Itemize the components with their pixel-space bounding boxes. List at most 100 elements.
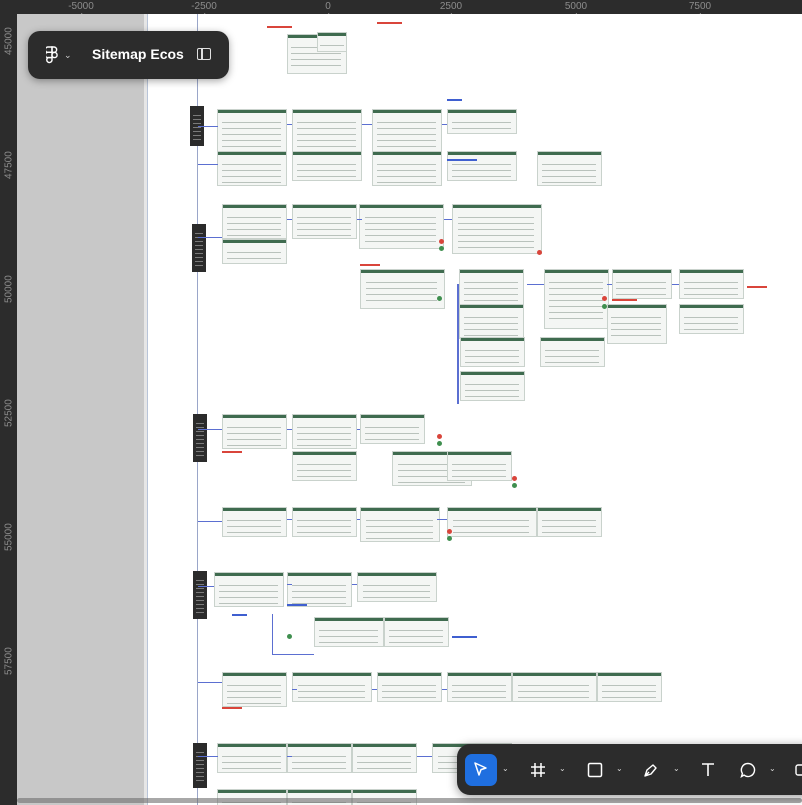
thumbnail-row [297, 146, 356, 147]
screen-thumbnail[interactable] [460, 371, 525, 401]
thumbnail-row [365, 532, 433, 533]
screen-thumbnail[interactable] [384, 617, 449, 647]
sidebar-nav-thumbnail[interactable] [193, 571, 207, 619]
thumbnail-row [377, 164, 436, 165]
screen-thumbnail[interactable] [377, 672, 442, 702]
screen-thumbnail[interactable] [447, 507, 537, 537]
screen-thumbnail[interactable] [372, 151, 442, 186]
file-title[interactable]: Sitemap Ecos [92, 46, 184, 62]
thumbnail-row [297, 128, 356, 129]
screen-thumbnail[interactable] [612, 269, 672, 299]
design-canvas[interactable] [17, 14, 802, 805]
thumbnail-row [226, 217, 281, 218]
thumbnail-row [226, 223, 281, 224]
screen-thumbnail[interactable] [292, 151, 362, 181]
screen-thumbnail[interactable] [222, 204, 287, 239]
screen-thumbnail[interactable] [447, 672, 512, 702]
more-tools-button[interactable] [787, 754, 802, 786]
thumbnail-row [291, 585, 346, 586]
screen-thumbnail[interactable] [292, 507, 357, 537]
screen-thumbnail[interactable] [214, 572, 284, 607]
screen-thumbnail[interactable] [679, 269, 744, 299]
sidebar-nav-thumbnail[interactable] [192, 224, 206, 272]
thumbnail-row [296, 223, 351, 224]
screen-thumbnail[interactable] [597, 672, 662, 702]
shape-tool-button[interactable] [579, 754, 611, 786]
screen-thumbnail[interactable] [452, 204, 542, 254]
screen-thumbnail[interactable] [512, 672, 597, 702]
thumbnail-row [683, 288, 738, 289]
screen-thumbnail[interactable] [222, 672, 287, 707]
thumbnail-row [222, 128, 281, 129]
screen-thumbnail[interactable] [287, 572, 352, 607]
screen-thumbnail[interactable] [360, 269, 445, 309]
frame-tool-button[interactable] [522, 754, 554, 786]
screen-thumbnail[interactable] [292, 451, 357, 481]
horizontal-scrollbar[interactable] [17, 798, 802, 803]
chevron-down-icon[interactable]: ⌄ [502, 764, 509, 773]
screen-thumbnail[interactable] [314, 617, 384, 647]
screen-thumbnail[interactable] [459, 304, 524, 339]
screen-thumbnail[interactable] [217, 743, 287, 773]
sidebar-nav-thumbnail[interactable] [193, 414, 207, 462]
screen-thumbnail[interactable] [222, 414, 287, 449]
move-tool-button[interactable] [465, 754, 497, 786]
screen-thumbnail[interactable] [287, 743, 352, 773]
thumbnail-row [601, 685, 656, 686]
figma-logo-icon[interactable] [46, 46, 58, 64]
screen-thumbnail[interactable] [222, 507, 287, 537]
chevron-down-icon[interactable]: ⌄ [64, 50, 72, 61]
thumbnail-row [683, 294, 738, 295]
file-menu-bar[interactable]: ⌄ Sitemap Ecos [28, 31, 229, 79]
screen-thumbnail[interactable] [360, 414, 425, 444]
screen-thumbnail[interactable] [540, 337, 605, 367]
screen-thumbnail[interactable] [222, 239, 287, 264]
comment-tool-button[interactable] [732, 754, 764, 786]
screen-thumbnail[interactable] [292, 672, 372, 702]
screen-thumbnail[interactable] [607, 304, 667, 344]
screen-thumbnail[interactable] [447, 109, 517, 134]
screen-thumbnail[interactable] [352, 743, 417, 773]
chevron-down-icon[interactable]: ⌄ [673, 764, 680, 773]
ruler-x-tick: 5000 [564, 1, 588, 15]
screen-thumbnail[interactable] [679, 304, 744, 334]
screen-thumbnail[interactable] [292, 414, 357, 449]
screen-thumbnail[interactable] [447, 451, 512, 481]
chevron-down-icon[interactable]: ⌄ [769, 764, 776, 773]
thumbnail-row [297, 176, 356, 177]
screen-thumbnail[interactable] [447, 151, 517, 181]
screen-thumbnail[interactable] [460, 337, 525, 367]
chevron-down-icon[interactable]: ⌄ [559, 764, 566, 773]
thumbnail-row [291, 768, 346, 769]
sidebar-toggle-icon[interactable] [197, 48, 211, 60]
thumbnail-row [451, 691, 506, 692]
thumbnail-row [616, 294, 667, 295]
thumbnail-row [683, 282, 738, 283]
screen-thumbnail[interactable] [317, 32, 347, 52]
screen-thumbnail[interactable] [292, 204, 357, 239]
pen-tool-button[interactable] [635, 754, 667, 786]
thumbnail-row [463, 300, 518, 301]
screen-thumbnail[interactable] [544, 269, 609, 329]
text-icon [702, 763, 714, 776]
thumbnail-row [381, 691, 436, 692]
screen-thumbnail[interactable] [537, 507, 602, 537]
text-tool-button[interactable] [692, 754, 724, 786]
screen-thumbnail[interactable] [357, 572, 437, 602]
thumbnail-row [463, 329, 518, 330]
thumbnail-row [377, 128, 436, 129]
screen-thumbnail[interactable] [537, 151, 602, 186]
screen-thumbnail[interactable] [217, 151, 287, 186]
thumbnail-row [364, 229, 437, 230]
thumbnail-row [226, 229, 281, 230]
status-dot [602, 304, 607, 309]
chevron-down-icon[interactable]: ⌄ [616, 764, 623, 773]
thumbnail-row [517, 697, 590, 698]
sidebar-nav-thumbnail[interactable] [193, 743, 207, 788]
thumbnail-row [388, 636, 443, 637]
thumbnail-row [541, 182, 596, 183]
screen-thumbnail[interactable] [359, 204, 444, 249]
screen-thumbnail[interactable] [459, 269, 524, 309]
annotation-note [232, 614, 247, 616]
screen-thumbnail[interactable] [360, 507, 440, 542]
